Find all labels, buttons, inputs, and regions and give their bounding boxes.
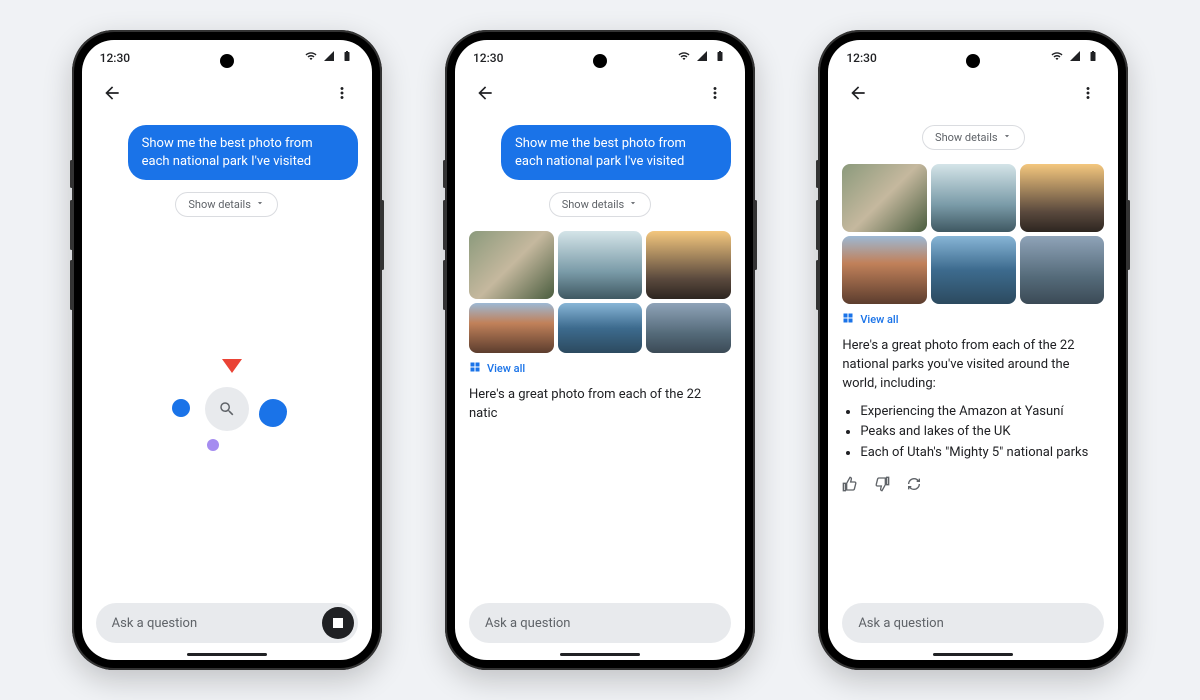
result-photo[interactable] [842,164,927,232]
result-photo[interactable] [842,236,927,304]
show-details-label: Show details [188,198,251,211]
back-button[interactable] [469,77,501,109]
grid-icon [842,312,854,327]
home-indicator[interactable] [187,653,267,656]
question-input[interactable]: Ask a question [96,603,358,643]
input-placeholder: Ask a question [858,616,943,631]
result-photo[interactable] [931,236,1016,304]
camera-notch [966,54,980,68]
refresh-button[interactable] [906,476,922,496]
search-loading-icon [205,387,249,431]
red-triangle-shape [222,359,242,373]
home-indicator[interactable] [933,653,1013,656]
result-photo[interactable] [1020,236,1105,304]
question-input[interactable]: Ask a question [842,603,1104,643]
camera-notch [593,54,607,68]
stop-icon [333,618,343,628]
view-all-label: View all [487,362,525,375]
signal-icon [322,50,336,65]
view-all-link[interactable]: View all [842,312,1104,327]
back-button[interactable] [96,77,128,109]
show-details-chip[interactable]: Show details [549,192,652,217]
show-details-label: Show details [562,198,625,211]
camera-notch [220,54,234,68]
blue-circle-shape [172,399,190,417]
show-details-chip[interactable]: Show details [922,125,1025,150]
phone-mockup-3: 12:30 Show details [818,30,1128,670]
battery-icon [713,50,727,65]
user-message-bubble: Show me the best photo from each nationa… [501,125,731,180]
wifi-icon [677,50,691,65]
list-item: Experiencing the Amazon at Yasuní [860,402,1104,423]
photo-results-grid [842,164,1104,304]
thumbs-down-button[interactable] [874,476,890,496]
wifi-icon [304,50,318,65]
result-photo[interactable] [558,231,643,299]
question-input[interactable]: Ask a question [469,603,731,643]
user-message-bubble: Show me the best photo from each nationa… [128,125,358,180]
thumbs-up-button[interactable] [842,476,858,496]
view-all-label: View all [860,313,898,326]
more-menu-button[interactable] [326,77,358,109]
input-placeholder: Ask a question [485,616,570,631]
phone-mockup-1: 12:30 Show me the best phot [72,30,382,670]
chevron-down-icon [628,198,638,211]
wifi-icon [1050,50,1064,65]
back-button[interactable] [842,77,874,109]
signal-icon [695,50,709,65]
ai-response-intro: Here's a great photo from each of the 22… [842,337,1104,394]
show-details-label: Show details [935,131,998,144]
battery-icon [340,50,354,65]
loading-animation [96,231,358,587]
status-time: 12:30 [473,51,503,65]
show-details-chip[interactable]: Show details [175,192,278,217]
more-menu-button[interactable] [1072,77,1104,109]
stop-button[interactable] [322,607,354,639]
battery-icon [1086,50,1100,65]
view-all-link[interactable]: View all [469,361,731,376]
more-menu-button[interactable] [699,77,731,109]
grid-icon [469,361,481,376]
photo-results-grid [469,231,731,353]
purple-dot-shape [207,439,219,451]
ai-response-list: Experiencing the Amazon at Yasuní Peaks … [842,402,1104,464]
blue-blob-shape [259,399,287,427]
home-indicator[interactable] [560,653,640,656]
result-photo[interactable] [931,164,1016,232]
input-placeholder: Ask a question [112,616,197,631]
ai-response-text: Here's a great photo from each of the 22… [469,386,731,424]
chevron-down-icon [1002,131,1012,144]
chevron-down-icon [255,198,265,211]
signal-icon [1068,50,1082,65]
list-item: Each of Utah's "Mighty 5" national parks [860,443,1104,464]
result-photo[interactable] [469,303,554,353]
result-photo[interactable] [469,231,554,299]
phone-mockup-2: 12:30 Show me the best photo from each n… [445,30,755,670]
result-photo[interactable] [646,231,731,299]
result-photo[interactable] [646,303,731,353]
list-item: Peaks and lakes of the UK [860,422,1104,443]
result-photo[interactable] [1020,164,1105,232]
result-photo[interactable] [558,303,643,353]
status-time: 12:30 [846,51,876,65]
status-time: 12:30 [100,51,130,65]
